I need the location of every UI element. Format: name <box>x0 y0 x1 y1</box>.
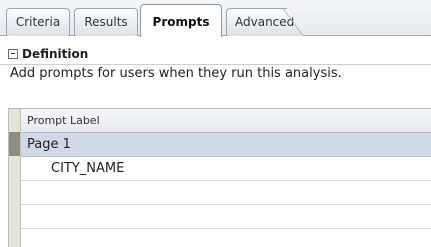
prompt-row-city-name[interactable]: CITY_NAME <box>21 157 431 181</box>
tab-prompts[interactable]: Prompts <box>140 4 222 37</box>
prompts-grid: Prompt Label Page 1 CITY_NAME <box>8 108 431 247</box>
section-description: Add prompts for users when they run this… <box>10 66 342 81</box>
tab-criteria[interactable]: Criteria <box>6 8 70 36</box>
tab-results[interactable]: Results <box>74 8 138 36</box>
column-header-prompt-label[interactable]: Prompt Label <box>21 109 431 133</box>
section-title: Definition <box>22 47 89 61</box>
empty-row <box>21 229 431 247</box>
tab-advanced[interactable]: Advanced <box>226 8 304 36</box>
empty-row <box>21 205 431 229</box>
definition-section-header[interactable]: Definition <box>0 44 431 64</box>
page-row[interactable]: Page 1 <box>21 133 431 157</box>
section-divider <box>0 64 431 65</box>
tab-bar: Criteria Results Prompts Advanced <box>0 0 431 37</box>
collapse-icon[interactable] <box>8 49 18 59</box>
row-gutter <box>9 109 21 247</box>
empty-row <box>21 181 431 205</box>
selected-row-marker <box>9 132 20 156</box>
